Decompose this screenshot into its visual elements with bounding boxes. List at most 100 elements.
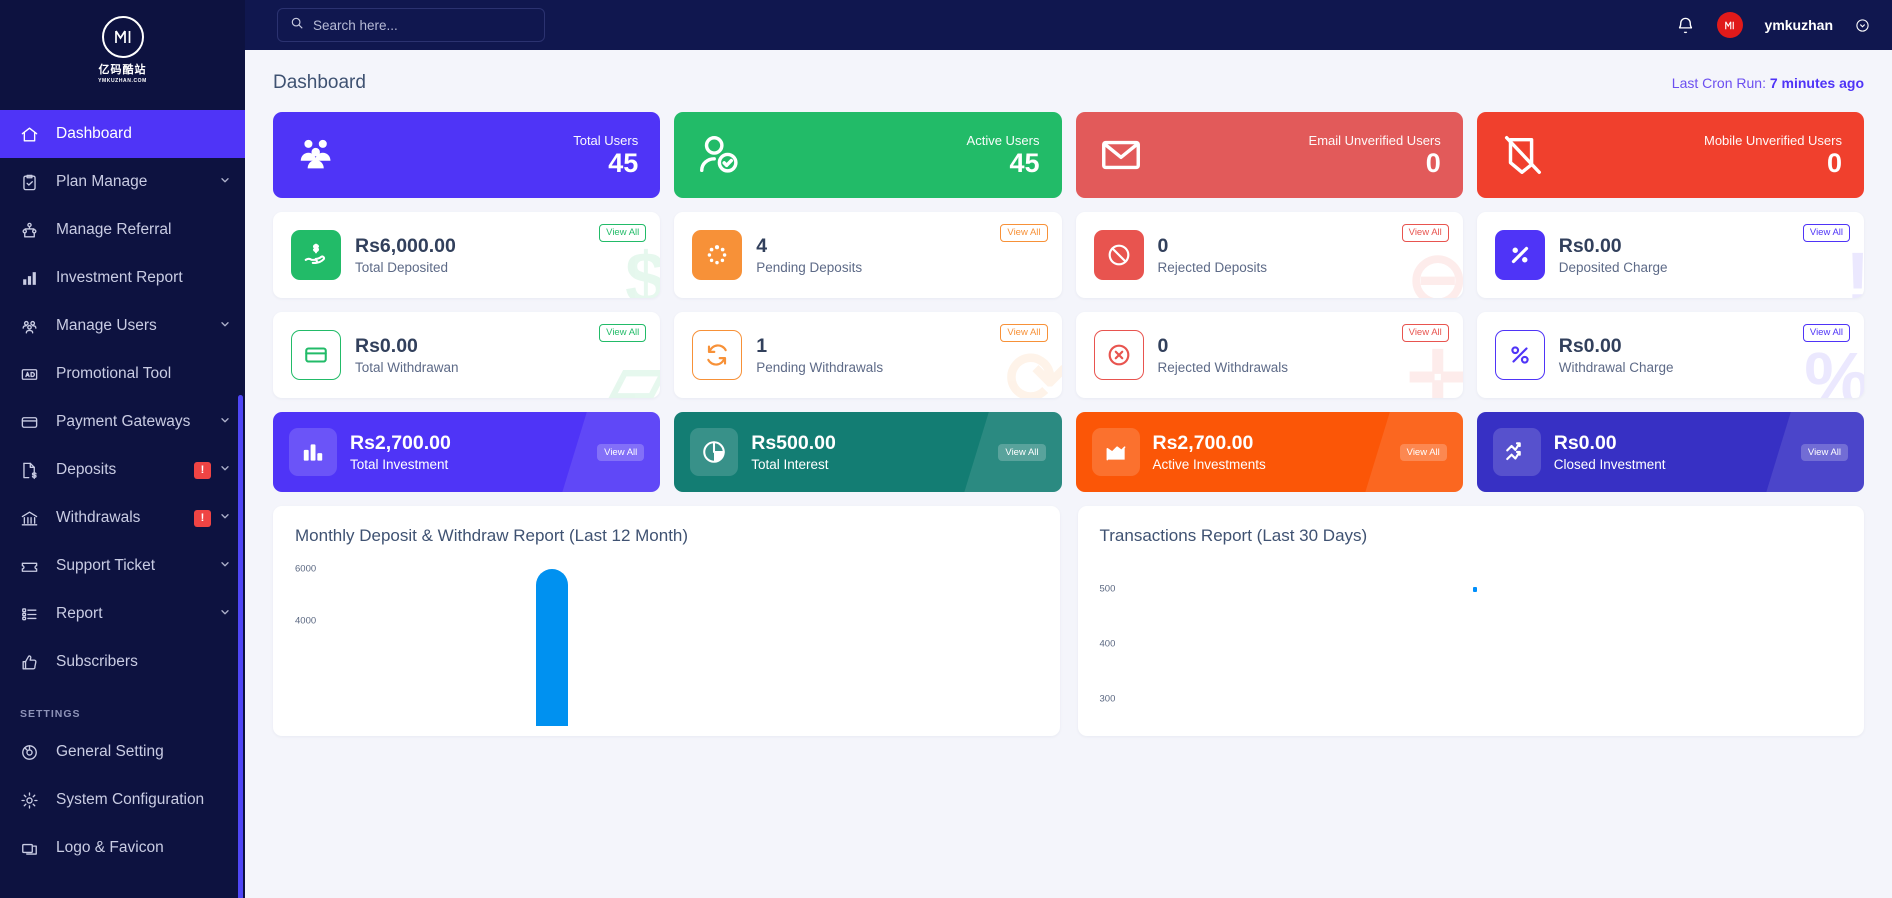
investment-cards-row: Rs2,700.00 Total Investment View All Rs500.…	[273, 412, 1864, 492]
logo-mark-icon	[101, 16, 144, 58]
disc-icon	[20, 741, 46, 763]
sidebar-item-support-ticket[interactable]: Support Ticket	[0, 542, 245, 590]
notification-bell-icon[interactable]	[1676, 16, 1695, 35]
bank-icon	[20, 507, 46, 529]
sidebar-item-plan-manage[interactable]: Plan Manage	[0, 158, 245, 206]
sidebar-item-investment-report[interactable]: Investment Report	[0, 254, 245, 302]
metric-card-pending-withdrawals[interactable]: 1 Pending Withdrawals View All ⟳	[674, 312, 1062, 399]
sidebar-item-dashboard[interactable]: Dashboard	[0, 110, 245, 158]
sidebar-item-deposits[interactable]: Deposits!	[0, 446, 245, 494]
chevron-down-icon[interactable]	[219, 413, 231, 431]
sidebar-item-payment-gateways[interactable]: Payment Gateways	[0, 398, 245, 446]
avatar[interactable]	[1716, 12, 1743, 38]
view-all-button[interactable]: View All	[599, 224, 647, 243]
clipboard-check-icon	[20, 171, 46, 193]
sidebar-item-label: Manage Users	[56, 317, 157, 334]
sidebar-item-system-configuration[interactable]: System Configuration	[0, 776, 245, 824]
withdraw-cards-row: Rs0.00 Total Withdrawan View All ▱ 1 Pending …	[273, 312, 1864, 398]
view-all-button[interactable]: View All	[1401, 224, 1449, 243]
chevron-down-icon[interactable]	[219, 509, 231, 527]
investment-card-total-investment[interactable]: Rs2,700.00 Total Investment View All	[273, 412, 661, 492]
stat-card-total-users[interactable]: Total Users 45	[273, 112, 661, 198]
sidebar-item-withdrawals[interactable]: Withdrawals!	[0, 494, 245, 542]
credit-card-icon	[20, 411, 46, 433]
sidebar-item-manage-users[interactable]: Manage Users	[0, 302, 245, 350]
sidebar-item-label: Manage Referral	[56, 221, 172, 238]
view-all-button[interactable]: View All	[597, 443, 645, 461]
topbar: ymkuzhan	[245, 0, 1892, 50]
investment-card-value: Rs2,700.00	[1152, 432, 1254, 455]
sidebar-scrollbar[interactable]	[238, 395, 243, 898]
metric-card-value: Rs6,000.00	[355, 235, 456, 258]
view-all-button[interactable]: View All	[998, 443, 1046, 461]
sidebar-item-subscribers[interactable]: Subscribers	[0, 638, 245, 686]
decorative-watermark-icon: $	[625, 237, 661, 299]
list-icon	[20, 603, 46, 625]
view-all-button[interactable]: View All	[1399, 443, 1447, 461]
search-input[interactable]	[313, 17, 532, 33]
decorative-watermark-icon: %	[1804, 337, 1864, 399]
search-box[interactable]	[277, 8, 545, 42]
sidebar-item-label: General Setting	[56, 743, 164, 760]
investment-card-closed-investment[interactable]: Rs0.00 Closed Investment View All	[1476, 412, 1864, 492]
sidebar-item-label: Support Ticket	[56, 557, 156, 574]
main-area: ymkuzhan Dashboard Last Cron Run: 7 minu…	[245, 0, 1892, 898]
chevron-down-icon[interactable]	[219, 317, 231, 335]
sidebar-alert-badge: !	[194, 461, 211, 479]
user-dropdown-chevron-icon[interactable]	[1855, 18, 1870, 33]
spinner-icon	[692, 230, 743, 280]
metric-card-total-withdrawan[interactable]: Rs0.00 Total Withdrawan View All ▱	[273, 312, 661, 398]
logo-cn-text: 亿码酷站	[98, 63, 147, 76]
chevron-down-icon[interactable]	[219, 173, 231, 191]
sidebar-item-logo-favicon[interactable]: Logo & Favicon	[0, 824, 245, 872]
sidebar-item-promotional-tool[interactable]: Promotional Tool	[0, 350, 245, 398]
view-all-button[interactable]: View All	[1401, 324, 1449, 343]
stat-card-label: Email Unverified Users	[1308, 132, 1441, 148]
view-all-button[interactable]: View All	[1000, 324, 1048, 343]
investment-card-total-interest[interactable]: Rs500.00 Total Interest View All	[674, 412, 1062, 492]
metric-card-label: Pending Deposits	[756, 259, 863, 275]
ban-icon	[1093, 230, 1144, 280]
card-line-icon	[291, 330, 341, 380]
sidebar-item-manage-referral[interactable]: Manage Referral	[0, 206, 245, 254]
sidebar-item-general-setting[interactable]: General Setting	[0, 728, 245, 776]
view-all-button[interactable]: View All	[599, 324, 647, 343]
logo-domain-text: YMKUZHAN.COM	[98, 78, 147, 84]
chevron-down-icon[interactable]	[219, 605, 231, 623]
metric-card-pending-deposits[interactable]: 4 Pending Deposits View All	[674, 212, 1062, 298]
stat-card-email-unverified-users[interactable]: Email Unverified Users 0	[1075, 112, 1463, 198]
file-dollar-icon	[20, 459, 46, 481]
ad-icon	[20, 363, 46, 385]
metric-card-value: 0	[1157, 235, 1169, 258]
brand-logo[interactable]: 亿码酷站 YMKUZHAN.COM	[0, 0, 245, 100]
metric-card-value: 0	[1157, 335, 1169, 358]
view-all-button[interactable]: View All	[1000, 224, 1048, 243]
stat-card-value: 0	[1826, 147, 1842, 178]
metric-card-label: Withdrawal Charge	[1558, 359, 1674, 375]
view-all-button[interactable]: View All	[1802, 224, 1850, 243]
view-all-button[interactable]: View All	[1802, 324, 1850, 343]
sidebar-item-label: Investment Report	[56, 269, 183, 286]
chart-area-icon	[1091, 428, 1140, 476]
chevron-down-icon[interactable]	[219, 461, 231, 479]
sidebar-item-label: Logo & Favicon	[56, 839, 164, 856]
metric-card-total-deposited[interactable]: Rs6,000.00 Total Deposited View All $	[273, 212, 661, 299]
cron-label: Last Cron Run:	[1671, 75, 1766, 91]
metric-card-deposited-charge[interactable]: Rs0.00Deposited Charge View All!	[1476, 212, 1864, 299]
metric-card-withdrawal-charge[interactable]: Rs0.00 Withdrawal Charge View All%	[1476, 312, 1864, 399]
view-all-button[interactable]: View All	[1800, 443, 1848, 461]
metric-card-label: Total Deposited	[355, 259, 449, 275]
sidebar-item-label: System Configuration	[56, 791, 205, 808]
stat-card-active-users[interactable]: Active Users 45	[674, 112, 1062, 198]
metric-card-rejected-withdrawals[interactable]: 0 Rejected Withdrawals View All ✛	[1075, 312, 1463, 398]
metric-card-value: 4	[756, 235, 768, 258]
chevron-down-icon[interactable]	[219, 557, 231, 575]
metric-card-rejected-deposits[interactable]: 0 Rejected Deposits View All ⊖	[1075, 212, 1463, 298]
stat-card-mobile-unverified-users[interactable]: Mobile Unverified Users 0	[1476, 112, 1864, 198]
decorative-watermark-icon: !	[1845, 242, 1864, 299]
stat-card-label: Total Users	[573, 132, 639, 148]
sidebar-item-report[interactable]: Report	[0, 590, 245, 638]
investment-card-active-investments[interactable]: Rs2,700.00 Active Investments View All	[1075, 412, 1463, 492]
hero-cards-row: Total Users 45 Active Users 45 Email Unverif…	[273, 112, 1864, 198]
decorative-watermark-icon: ⟳	[1005, 337, 1062, 399]
